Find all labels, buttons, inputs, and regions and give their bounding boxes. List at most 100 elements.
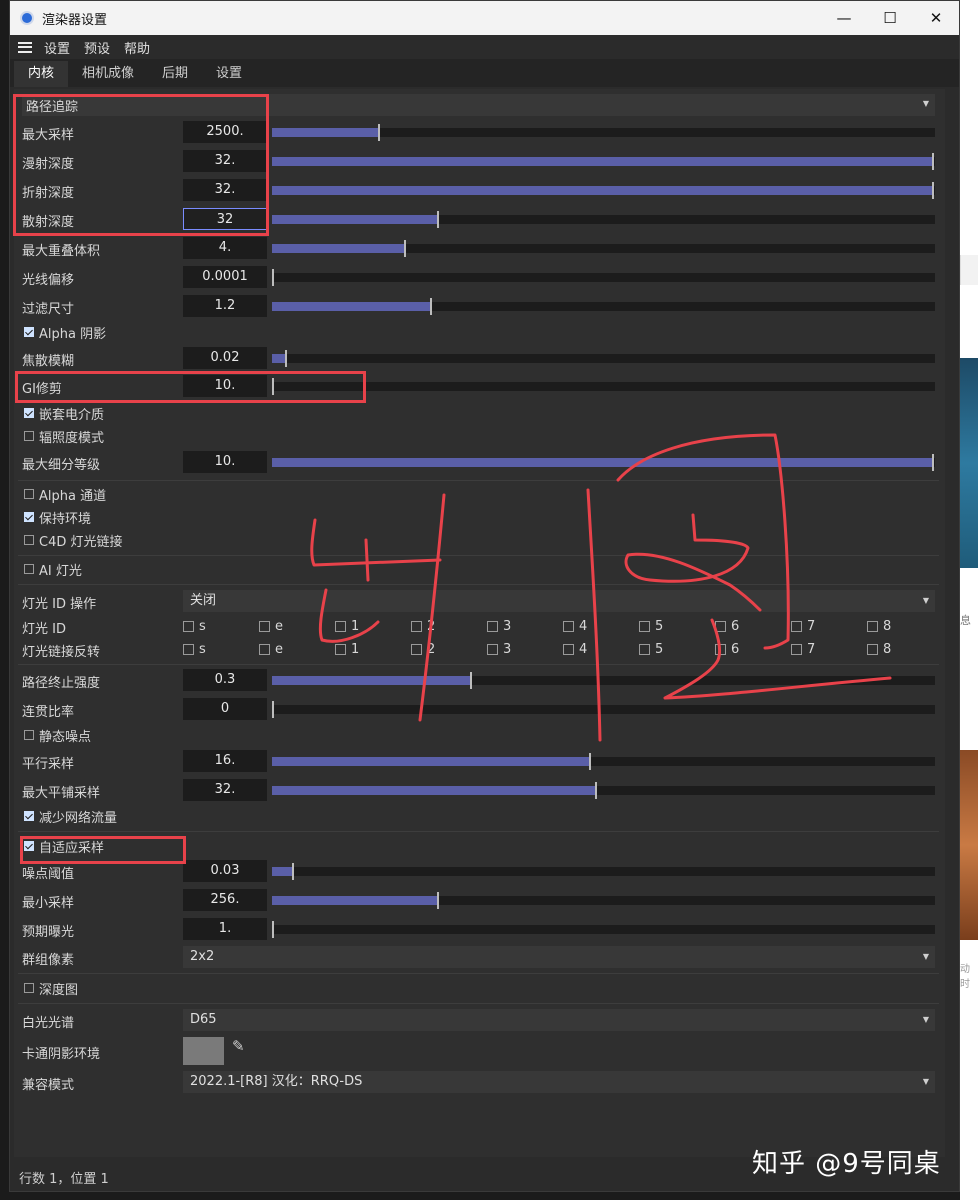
slider-handle[interactable] xyxy=(470,672,472,689)
light-id-checkbox-2[interactable]: 2 xyxy=(411,615,435,637)
max-tile-samples-slider[interactable] xyxy=(272,782,935,799)
checkbox-box[interactable] xyxy=(487,620,498,632)
alpha-channel-checkbox[interactable] xyxy=(24,489,34,499)
hamburger-menu-icon[interactable] xyxy=(18,41,32,53)
menu-help[interactable]: 帮助 xyxy=(124,38,150,57)
slider-handle[interactable] xyxy=(272,269,274,286)
light-id-checkbox-s[interactable]: s xyxy=(183,615,206,637)
slider-handle[interactable] xyxy=(272,701,274,718)
compat-mode-dropdown[interactable]: 2022.1-[R8] 汉化：RRQ-DS ▼ xyxy=(183,1071,935,1093)
max-overlap-input[interactable]: 4. xyxy=(183,237,267,259)
noise-threshold-input[interactable]: 0.03 xyxy=(183,860,267,882)
light-id-checkbox-8[interactable]: 8 xyxy=(867,638,891,660)
minimize-button[interactable]: — xyxy=(821,1,867,35)
checkbox-box[interactable] xyxy=(867,643,878,655)
slider-handle[interactable] xyxy=(378,124,380,141)
light-id-checkbox-6[interactable]: 6 xyxy=(715,615,739,637)
checkbox-box[interactable] xyxy=(259,643,270,655)
expected-exposure-slider[interactable] xyxy=(272,921,935,938)
eyedropper-icon[interactable]: ✎ xyxy=(232,1037,245,1055)
coherent-ratio-slider[interactable] xyxy=(272,701,935,718)
light-id-checkbox-5[interactable]: 5 xyxy=(639,615,663,637)
max-samples-input[interactable]: 2500. xyxy=(183,121,267,143)
slider-handle[interactable] xyxy=(272,378,274,395)
tab-post[interactable]: 后期 xyxy=(148,61,202,87)
light-id-checkbox-1[interactable]: 1 xyxy=(335,615,359,637)
light-id-checkbox-4[interactable]: 4 xyxy=(563,615,587,637)
max-subdiv-slider[interactable] xyxy=(272,454,935,471)
close-button[interactable]: ✕ xyxy=(913,1,959,35)
diffuse-depth-slider[interactable] xyxy=(272,153,935,170)
checkbox-box[interactable] xyxy=(715,620,726,632)
caustic-blur-input[interactable]: 0.02 xyxy=(183,347,267,369)
gi-clamp-slider[interactable] xyxy=(272,378,935,395)
checkbox-box[interactable] xyxy=(259,620,270,632)
tab-kernel[interactable]: 内核 xyxy=(14,61,69,87)
max-subdiv-input[interactable]: 10. xyxy=(183,451,267,473)
parallel-samples-slider[interactable] xyxy=(272,753,935,770)
checkbox-box[interactable] xyxy=(791,620,802,632)
expected-exposure-input[interactable]: 1. xyxy=(183,918,267,940)
light-id-checkbox-3[interactable]: 3 xyxy=(487,638,511,660)
refraction-depth-input[interactable]: 32. xyxy=(183,179,267,201)
checkbox-box[interactable] xyxy=(487,643,498,655)
max-samples-slider[interactable] xyxy=(272,124,935,141)
filter-size-input[interactable]: 1.2 xyxy=(183,295,267,317)
tab-settings[interactable]: 设置 xyxy=(202,61,256,87)
light-id-checkbox-3[interactable]: 3 xyxy=(487,615,511,637)
checkbox-box[interactable] xyxy=(563,643,574,655)
light-id-checkbox-e[interactable]: e xyxy=(259,615,283,637)
checkbox-box[interactable] xyxy=(335,643,346,655)
path-term-input[interactable]: 0.3 xyxy=(183,669,267,691)
caustic-blur-slider[interactable] xyxy=(272,350,935,367)
checkbox-box[interactable] xyxy=(335,620,346,632)
checkbox-box[interactable] xyxy=(867,620,878,632)
light-id-checkbox-7[interactable]: 7 xyxy=(791,638,815,660)
slider-handle[interactable] xyxy=(272,921,274,938)
ray-epsilon-slider[interactable] xyxy=(272,269,935,286)
light-id-checkbox-6[interactable]: 6 xyxy=(715,638,739,660)
checkbox-box[interactable] xyxy=(411,643,422,655)
ai-light-checkbox[interactable] xyxy=(24,564,34,574)
keep-env-checkbox[interactable] xyxy=(24,512,34,522)
light-id-checkbox-2[interactable]: 2 xyxy=(411,638,435,660)
maximize-button[interactable]: ☐ xyxy=(867,1,913,35)
c4d-light-link-checkbox[interactable] xyxy=(24,535,34,545)
slider-handle[interactable] xyxy=(589,753,591,770)
white-spectrum-dropdown[interactable]: D65 ▼ xyxy=(183,1009,935,1031)
slider-handle[interactable] xyxy=(285,350,287,367)
slider-handle[interactable] xyxy=(404,240,406,257)
adaptive-checkbox[interactable] xyxy=(24,841,34,851)
max-tile-samples-input[interactable]: 32. xyxy=(183,779,267,801)
kernel-type-dropdown[interactable]: 路径追踪 ▼ xyxy=(22,94,935,116)
refraction-depth-slider[interactable] xyxy=(272,182,935,199)
filter-size-slider[interactable] xyxy=(272,298,935,315)
slider-handle[interactable] xyxy=(430,298,432,315)
coherent-ratio-input[interactable]: 0 xyxy=(183,698,267,720)
checkbox-box[interactable] xyxy=(639,620,650,632)
light-id-checkbox-8[interactable]: 8 xyxy=(867,615,891,637)
checkbox-box[interactable] xyxy=(639,643,650,655)
light-id-checkbox-s[interactable]: s xyxy=(183,638,206,660)
scatter-depth-slider[interactable] xyxy=(272,211,935,228)
checkbox-box[interactable] xyxy=(715,643,726,655)
slider-handle[interactable] xyxy=(932,153,934,170)
scatter-depth-input[interactable]: 32 xyxy=(183,208,267,230)
ray-epsilon-input[interactable]: 0.0001 xyxy=(183,266,267,288)
light-id-action-dropdown[interactable]: 关闭 ▼ xyxy=(183,590,935,612)
color-swatch[interactable] xyxy=(183,1037,224,1065)
diffuse-depth-input[interactable]: 32. xyxy=(183,150,267,172)
slider-handle[interactable] xyxy=(932,454,934,471)
slider-handle[interactable] xyxy=(437,211,439,228)
slider-handle[interactable] xyxy=(932,182,934,199)
menu-presets[interactable]: 预设 xyxy=(84,38,110,57)
slider-handle[interactable] xyxy=(595,782,597,799)
light-id-checkbox-7[interactable]: 7 xyxy=(791,615,815,637)
tab-camera-imager[interactable]: 相机成像 xyxy=(68,61,148,87)
max-overlap-slider[interactable] xyxy=(272,240,935,257)
menu-settings[interactable]: 设置 xyxy=(44,38,70,57)
noise-threshold-slider[interactable] xyxy=(272,863,935,880)
checkbox-box[interactable] xyxy=(411,620,422,632)
checkbox-box[interactable] xyxy=(183,620,194,632)
slider-handle[interactable] xyxy=(437,892,439,909)
